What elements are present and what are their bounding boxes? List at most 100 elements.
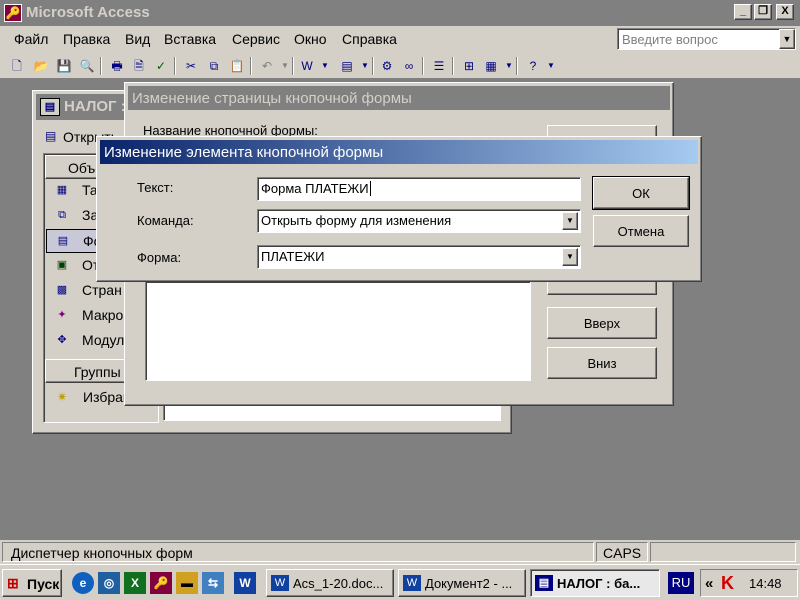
items-list[interactable] xyxy=(145,281,531,381)
menu-view[interactable]: Вид xyxy=(125,31,150,47)
star-icon: ✷ xyxy=(57,390,68,404)
menu-insert[interactable]: Вставка xyxy=(164,31,216,47)
language-indicator[interactable]: RU xyxy=(668,572,694,594)
print-icon[interactable]: 🖶 xyxy=(108,57,126,75)
start-button[interactable]: ⊞ Пуск xyxy=(2,569,62,597)
toolbar-separator xyxy=(292,57,294,75)
menu-file[interactable]: Файл xyxy=(14,31,48,47)
objects-item-pages[interactable]: ▩ Стран xyxy=(46,279,126,303)
objects-item-label: Стран xyxy=(82,282,122,298)
internet-explorer-icon[interactable]: e xyxy=(72,572,94,594)
cancel-button[interactable]: Отмена xyxy=(593,215,689,247)
access-key-icon[interactable]: 🔑 xyxy=(4,4,22,22)
database-icon: ▤ xyxy=(40,98,60,116)
task-document2[interactable]: W Документ2 - ... xyxy=(398,569,526,597)
move-down-button[interactable]: Вниз xyxy=(547,347,657,379)
table-icon: ▦ xyxy=(56,184,68,196)
chevron-down-icon[interactable]: ▼ xyxy=(562,212,578,230)
caps-indicator: CAPS xyxy=(596,542,648,562)
move-up-button[interactable]: Вверх xyxy=(547,307,657,339)
access-db-icon: ▤ xyxy=(535,575,553,591)
chevron-down-icon[interactable]: ▼ xyxy=(542,57,560,75)
item-dialog-title-bar[interactable]: Изменение элемента кнопочной формы xyxy=(100,140,698,164)
form-icon: ▤ xyxy=(57,235,69,247)
ok-button[interactable]: ОК xyxy=(592,176,690,210)
task-nalog-db[interactable]: ▤ НАЛОГ : ба... xyxy=(530,569,660,597)
status-bar: Диспетчер кнопочных форм CAPS xyxy=(0,540,800,564)
system-tray: « K 14:48 xyxy=(700,569,798,597)
toolbar-separator xyxy=(372,57,374,75)
clock[interactable]: 14:48 xyxy=(749,576,782,591)
app-title-bar[interactable]: 🔑 Microsoft Access _ ❐ X xyxy=(0,0,800,26)
toolbar-separator xyxy=(422,57,424,75)
query-icon: ⧉ xyxy=(58,209,66,221)
open-form-icon: ▤ xyxy=(45,129,57,143)
access-icon[interactable]: 🔑 xyxy=(150,572,172,594)
paste-icon[interactable]: 📋 xyxy=(228,57,246,75)
command-label: Команда: xyxy=(137,213,194,228)
objects-item-label: Модул xyxy=(82,332,125,348)
status-text: Диспетчер кнопочных форм xyxy=(11,545,193,561)
cancel-label: Отмена xyxy=(617,224,665,239)
print-preview-icon[interactable]: 🗎 xyxy=(130,57,148,75)
toolbar-separator xyxy=(174,57,176,75)
minimize-button[interactable]: _ xyxy=(734,4,752,20)
code-icon[interactable]: ⚙ xyxy=(378,57,396,75)
module-icon: ✥ xyxy=(57,334,67,346)
properties-icon[interactable]: ☰ xyxy=(430,57,448,75)
status-panel-empty xyxy=(650,542,796,562)
new-icon[interactable]: 🗋 xyxy=(8,57,26,75)
copy-icon[interactable]: ⧉ xyxy=(205,57,223,75)
menu-help[interactable]: Справка xyxy=(342,31,397,47)
cut-icon[interactable]: ✂ xyxy=(182,57,200,75)
open-icon[interactable]: 📂 xyxy=(32,57,50,75)
caps-label: CAPS xyxy=(603,545,642,561)
chevron-down-icon[interactable]: ▼ xyxy=(562,248,578,266)
report-icon: ▣ xyxy=(56,259,68,271)
folder-icon[interactable]: ▬ xyxy=(176,572,198,594)
page-delete-button[interactable] xyxy=(547,281,657,295)
command-select-value: Открыть форму для изменения xyxy=(261,213,452,228)
help-icon[interactable]: ? xyxy=(524,57,542,75)
menu-edit[interactable]: Правка xyxy=(63,31,110,47)
tray-expand-chevron[interactable]: « xyxy=(705,575,713,592)
macro-icon: ✦ xyxy=(57,309,67,321)
menu-window[interactable]: Окно xyxy=(294,31,327,47)
office-links-icon[interactable]: W xyxy=(298,57,316,75)
close-button[interactable]: X xyxy=(776,4,794,20)
word-doc-icon: W xyxy=(403,575,421,591)
text-input[interactable]: Форма ПЛАТЕЖИ xyxy=(257,177,581,201)
excel-icon[interactable]: X xyxy=(124,572,146,594)
toolbar-separator xyxy=(100,57,102,75)
menu-tools[interactable]: Сервис xyxy=(232,31,280,47)
script-icon[interactable]: ∞ xyxy=(400,57,418,75)
spelling-icon[interactable]: ✓ xyxy=(152,57,170,75)
network-icon[interactable]: ⇆ xyxy=(202,572,224,594)
word-icon[interactable]: W xyxy=(234,572,256,594)
outlook-icon[interactable]: ◎ xyxy=(98,572,120,594)
save-icon[interactable]: 💾 xyxy=(55,57,73,75)
edit-switchboard-item-dialog[interactable]: Изменение элемента кнопочной формы Текст… xyxy=(96,136,702,282)
antivirus-icon[interactable]: K xyxy=(721,573,734,594)
relationships-icon[interactable]: ⊞ xyxy=(460,57,478,75)
task-label: Документ2 - ... xyxy=(425,576,513,591)
page-dialog-title: Изменение страницы кнопочной формы xyxy=(132,90,412,107)
item-dialog-title: Изменение элемента кнопочной формы xyxy=(104,144,384,161)
command-select[interactable]: Открыть форму для изменения ▼ xyxy=(257,209,581,233)
objects-item-modules[interactable]: ✥ Модул xyxy=(46,329,126,353)
undo-icon[interactable]: ↶ xyxy=(258,57,276,75)
new-object-icon[interactable]: ▦ xyxy=(482,57,500,75)
page-dialog-title-bar[interactable]: Изменение страницы кнопочной формы xyxy=(128,86,670,110)
task-acs-doc[interactable]: W Acs_1-20.doc... xyxy=(266,569,394,597)
form-select[interactable]: ПЛАТЕЖИ ▼ xyxy=(257,245,581,269)
chevron-down-icon[interactable]: ▼ xyxy=(316,57,334,75)
toolbar-separator xyxy=(516,57,518,75)
restore-button[interactable]: ❐ xyxy=(754,4,772,20)
objects-item-label: Макро xyxy=(82,307,124,323)
page-icon: ▩ xyxy=(56,284,68,296)
analyze-icon[interactable]: ▤ xyxy=(338,57,356,75)
search-icon[interactable]: 🔍 xyxy=(78,57,96,75)
help-question-input[interactable]: Введите вопрос ▼ xyxy=(617,28,796,50)
chevron-down-icon[interactable]: ▼ xyxy=(779,29,795,49)
objects-item-macros[interactable]: ✦ Макро xyxy=(46,304,126,328)
